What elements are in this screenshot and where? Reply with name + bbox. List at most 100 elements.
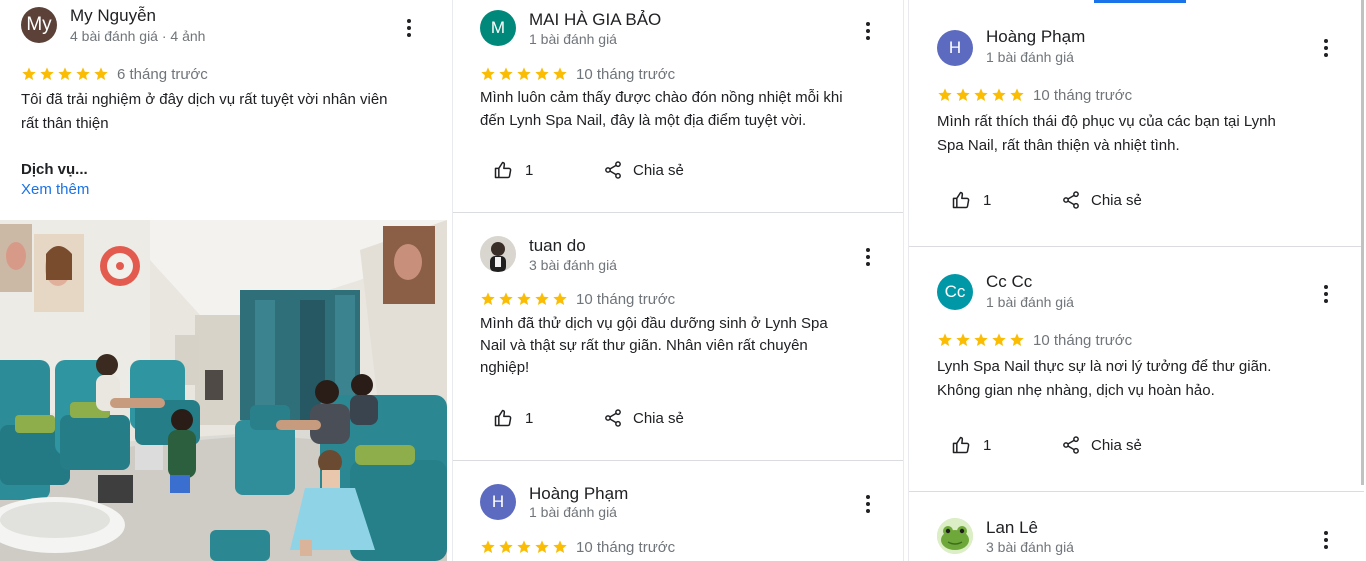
reviewer-name[interactable]: Hoàng Phạm	[529, 484, 628, 504]
avatar-initials: My	[26, 14, 52, 35]
share-icon	[603, 160, 623, 180]
reviewer-name[interactable]: Hoàng Phạm	[986, 27, 1085, 47]
reviewer-meta: 1 bài đánh giá	[529, 31, 617, 47]
star-icon	[75, 66, 91, 82]
reviewer-meta: 3 bài đánh giá	[986, 539, 1074, 555]
reviewer-name[interactable]: tuan do	[529, 236, 586, 256]
share-label: Chia sẻ	[1091, 191, 1142, 209]
review-card: Cc Cc Cc 1 bài đánh giá 10 tháng trước L…	[909, 247, 1364, 491]
thumbs-up-icon	[493, 160, 513, 180]
review-text-line: đến Lynh Spa Nail, đây là một địa điểm t…	[480, 112, 807, 129]
reviewer-name[interactable]: MAI HÀ GIA BẢO	[529, 10, 661, 30]
avatar[interactable]	[480, 236, 516, 272]
review-time: 10 tháng trước	[576, 291, 676, 308]
star-icon	[973, 332, 989, 348]
star-icon	[534, 291, 550, 307]
star-icon	[498, 66, 514, 82]
review-text-line: Mình luôn cảm thấy được chào đón nồng nh…	[480, 89, 843, 106]
review-card: H Hoàng Phạm 1 bài đánh giá 10 tháng trư…	[453, 461, 903, 561]
review-text-line: Spa Nail, rất thân thiện và nhiệt tình.	[937, 137, 1180, 154]
like-button[interactable]: 1	[951, 435, 991, 455]
review-text-line: Mình rất thích thái độ phục vụ của các b…	[937, 113, 1276, 130]
scrollbar[interactable]	[1361, 0, 1364, 485]
review-card: M MAI HÀ GIA BẢO 1 bài đánh giá 10 tháng…	[453, 0, 903, 212]
reviewer-name[interactable]: Lan Lê	[986, 518, 1038, 538]
like-button[interactable]: 1	[493, 408, 533, 428]
star-icon	[21, 66, 37, 82]
like-button[interactable]: 1	[951, 190, 991, 210]
star-icon	[534, 539, 550, 555]
avatar[interactable]: H	[937, 30, 973, 66]
star-icon	[516, 66, 532, 82]
more-options-icon[interactable]	[1316, 530, 1336, 550]
star-icon	[955, 87, 971, 103]
thumbs-up-icon	[951, 190, 971, 210]
like-count: 1	[983, 436, 992, 454]
more-options-icon[interactable]	[1316, 38, 1336, 58]
review-card: H Hoàng Phạm 1 bài đánh giá 10 tháng trư…	[909, 0, 1364, 246]
review-text-line: Nail và thật sự rất thư giãn. Nhân viên …	[480, 337, 808, 354]
avatar[interactable]: H	[480, 484, 516, 520]
star-icon	[534, 66, 550, 82]
review-text-line: rất thân thiện	[21, 115, 109, 132]
share-label: Chia sẻ	[633, 409, 684, 427]
reviewer-meta: 3 bài đánh giá	[529, 257, 617, 273]
review-time: 10 tháng trước	[1033, 332, 1133, 349]
more-options-icon[interactable]	[858, 247, 878, 267]
star-icon	[39, 66, 55, 82]
more-options-icon[interactable]	[399, 18, 419, 38]
like-count: 1	[983, 191, 992, 209]
star-icon	[480, 291, 496, 307]
share-button[interactable]: Chia sẻ	[603, 408, 684, 428]
like-button[interactable]: 1	[493, 160, 533, 180]
see-more-link[interactable]: Xem thêm	[21, 178, 89, 202]
star-rating	[937, 87, 1025, 103]
review-card: Lan Lê 3 bài đánh giá	[909, 492, 1364, 561]
star-icon	[991, 332, 1007, 348]
avatar-photo	[480, 236, 516, 272]
review-text-line: Tôi đã trải nghiệm ở đây dịch vụ rất tuy…	[21, 91, 388, 108]
review-time: 10 tháng trước	[576, 539, 676, 556]
review-card: My My Nguyễn 4 bài đánh giá · 4 ảnh 6 th…	[0, 0, 450, 220]
share-button[interactable]: Chia sẻ	[1061, 435, 1142, 455]
avatar-initials: M	[490, 18, 506, 37]
star-icon	[93, 66, 109, 82]
reviewer-name[interactable]: Cc Cc	[986, 272, 1032, 292]
review-card: tuan do 3 bài đánh giá 10 tháng trước Mì…	[453, 213, 903, 460]
star-icon	[552, 66, 568, 82]
thumbs-up-icon	[951, 435, 971, 455]
star-icon	[57, 66, 73, 82]
star-icon	[973, 87, 989, 103]
more-options-icon[interactable]	[858, 21, 878, 41]
avatar-initials: H	[948, 38, 962, 57]
avatar[interactable]: My	[21, 7, 57, 43]
star-icon	[552, 291, 568, 307]
review-text-line: Mình đã thử dịch vụ gội đầu dưỡng sinh ở…	[480, 315, 828, 332]
review-text-line: Không gian nhẹ nhàng, dịch vụ hoàn hảo.	[937, 382, 1215, 399]
avatar[interactable]: M	[480, 10, 516, 46]
frog-avatar-icon	[937, 518, 973, 554]
star-rating	[480, 291, 568, 307]
share-icon	[1061, 190, 1081, 210]
active-tab-indicator	[1094, 0, 1186, 3]
star-icon	[1009, 87, 1025, 103]
star-icon	[516, 291, 532, 307]
star-icon	[991, 87, 1007, 103]
reviewer-meta: 1 bài đánh giá	[986, 294, 1074, 310]
avatar[interactable]	[937, 518, 973, 554]
reviewer-name[interactable]: My Nguyễn	[70, 6, 156, 26]
share-button[interactable]: Chia sẻ	[1061, 190, 1142, 210]
more-options-icon[interactable]	[858, 494, 878, 514]
review-column-3: H Hoàng Phạm 1 bài đánh giá 10 tháng trư…	[908, 0, 1364, 561]
share-icon	[1061, 435, 1081, 455]
star-icon	[480, 66, 496, 82]
star-rating	[480, 539, 568, 555]
share-label: Chia sẻ	[1091, 436, 1142, 454]
more-options-icon[interactable]	[1316, 284, 1336, 304]
review-text-line: Lynh Spa Nail thực sự là nơi lý tưởng để…	[937, 358, 1272, 375]
review-photo[interactable]	[0, 220, 447, 561]
star-rating	[480, 66, 568, 82]
avatar[interactable]: Cc	[937, 274, 973, 310]
thumbs-up-icon	[493, 408, 513, 428]
share-button[interactable]: Chia sẻ	[603, 160, 684, 180]
